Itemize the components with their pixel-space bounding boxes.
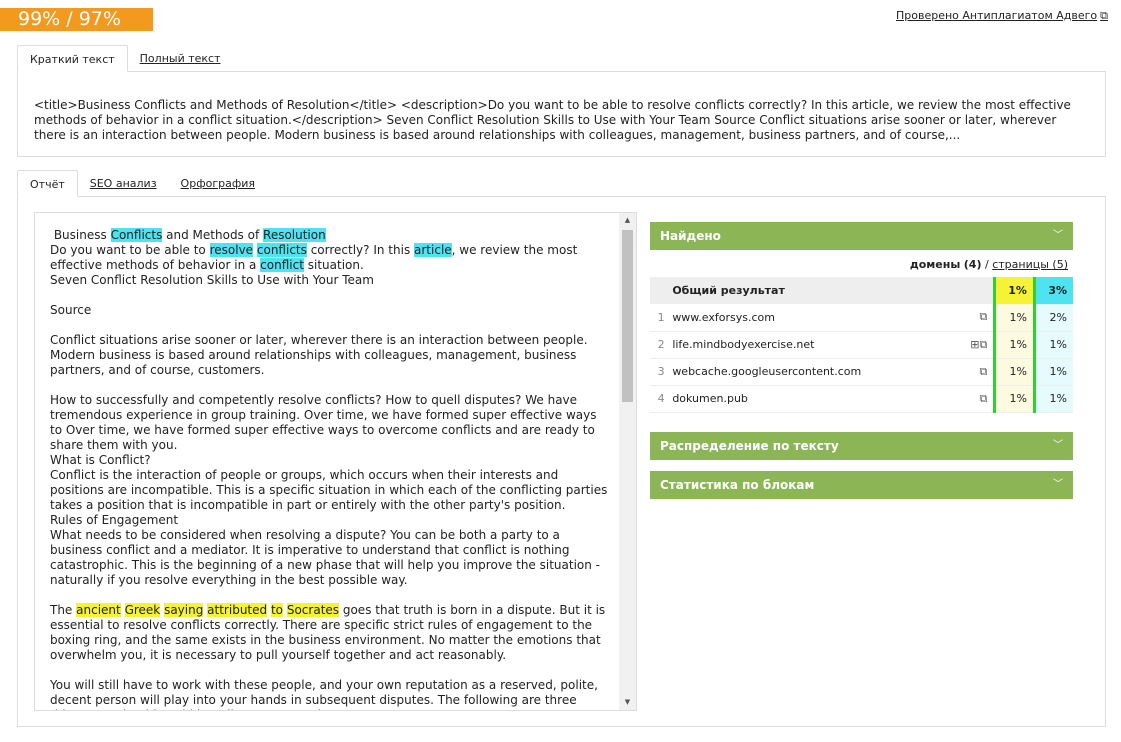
table-row: 3 webcache.googleusercontent.com ⧉ 1% 1%	[650, 358, 1073, 386]
text-line: Seven Conflict Resolution Skills to Use …	[50, 273, 374, 287]
total-percent-2: 3%	[1032, 277, 1073, 304]
report-panel: Business Conflicts and Methods of Resolu…	[17, 196, 1106, 727]
text-paragraph: You will still have to work with these p…	[50, 678, 598, 710]
checked-text-area[interactable]: Business Conflicts and Methods of Resolu…	[34, 212, 637, 711]
uniqueness-score: 99% / 97%	[0, 8, 153, 31]
match-highlight: Socrates	[286, 603, 340, 617]
scrollbar-thumb[interactable]	[622, 230, 633, 402]
total-row: Общий результат 1% 3%	[650, 277, 1073, 304]
chevron-down-icon: ﹀	[1053, 440, 1063, 451]
tab-full-text[interactable]: Полный текст	[128, 45, 233, 72]
match-highlight: conflict	[260, 258, 304, 272]
match-highlight: ancient	[76, 603, 121, 617]
match-highlight: resolve	[209, 243, 254, 257]
text-paragraph: Conflict is the interaction of people or…	[50, 468, 608, 512]
text-tabs: Краткий текст Полный текст	[17, 45, 233, 72]
domain-name: life.mindbodyexercise.net	[672, 331, 965, 359]
tab-seo[interactable]: SEO анализ	[78, 170, 169, 197]
match-highlight: to	[270, 603, 284, 617]
text-line: Do you want to be able to resolve confli…	[50, 243, 578, 272]
match-highlight: saying	[164, 603, 204, 617]
report-tabs: Отчёт SEO анализ Орфография	[17, 170, 267, 197]
match-highlight: Greek	[124, 603, 161, 617]
external-link-icon: ⧉	[1100, 9, 1108, 22]
domain-name: webcache.googleusercontent.com	[672, 358, 965, 386]
blocks-panel-header[interactable]: Статистика по блокам ﹀	[650, 471, 1073, 499]
table-row: 4 dokumen.pub ⧉ 1% 1%	[650, 385, 1073, 413]
match-highlight: Conflicts	[110, 228, 163, 242]
match-highlight: Resolution	[263, 228, 326, 242]
external-link-icon[interactable]: ⧉	[980, 392, 988, 405]
results-table: Общий результат 1% 3% 1 www.exforsys.com…	[650, 277, 1073, 413]
table-row: 1 www.exforsys.com ⧉ 1% 2%	[650, 304, 1073, 332]
total-percent-1: 1%	[993, 277, 1035, 304]
match-highlight: attributed	[207, 603, 268, 617]
found-panel-header[interactable]: Найдено ﹀	[650, 222, 1073, 250]
match-highlight: conflicts	[256, 243, 307, 257]
summary-box: <title>Business Conflicts and Methods of…	[17, 71, 1106, 157]
text-paragraph: How to successfully and competently reso…	[50, 393, 597, 452]
checked-text: Business Conflicts and Methods of Resolu…	[50, 228, 610, 710]
domains-pages-line: домены (4) / страницы (5)	[909, 258, 1068, 271]
checked-by-link[interactable]: Проверено Антиплагиатом Адвего ⧉	[896, 9, 1108, 23]
match-highlight: article	[414, 243, 452, 257]
external-link-icon[interactable]: ⧉	[980, 310, 988, 323]
text-line: Source	[50, 303, 92, 317]
scroll-down-icon[interactable]: ▼	[619, 695, 636, 710]
external-link-icon[interactable]: ⧉	[980, 338, 988, 351]
pages-link[interactable]: страницы (5)	[992, 258, 1068, 271]
text-heading: What is Conflict?	[50, 453, 151, 467]
tab-spelling[interactable]: Орфография	[169, 170, 267, 197]
domain-name: www.exforsys.com	[672, 304, 965, 332]
tab-short-text[interactable]: Краткий текст	[17, 45, 128, 72]
scroll-up-icon[interactable]: ▲	[619, 213, 636, 228]
distribution-panel-header[interactable]: Распределение по тексту ﹀	[650, 432, 1073, 460]
text-paragraph: Conflict situations arise sooner or late…	[50, 333, 588, 377]
chevron-down-icon: ﹀	[1053, 230, 1063, 241]
external-link-icon[interactable]: ⧉	[980, 365, 988, 378]
table-row: 2 life.mindbodyexercise.net ⊞⧉ 1% 1%	[650, 331, 1073, 359]
chevron-down-icon: ﹀	[1053, 479, 1063, 490]
text-line: Business Conflicts and Methods of Resolu…	[53, 228, 326, 242]
domain-name: dokumen.pub	[672, 385, 965, 413]
summary-text: <title>Business Conflicts and Methods of…	[34, 98, 1071, 142]
text-heading: Rules of Engagement	[50, 513, 179, 527]
text-paragraph: The ancient Greek saying attributed to S…	[50, 603, 606, 662]
text-paragraph: What needs to be considered when resolvi…	[50, 528, 601, 587]
text-scrollbar[interactable]: ▲ ▼	[619, 213, 636, 710]
tab-report[interactable]: Отчёт	[17, 170, 78, 197]
expand-plus-icon[interactable]: ⊞	[970, 338, 979, 351]
